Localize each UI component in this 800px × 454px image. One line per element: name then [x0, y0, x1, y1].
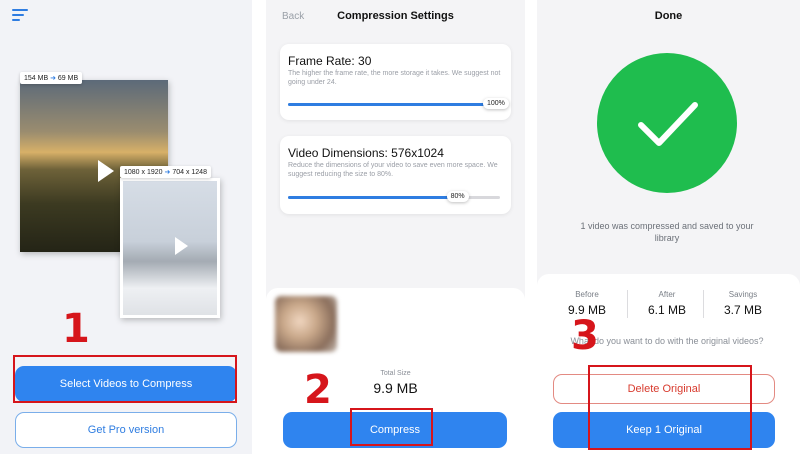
- get-pro-button[interactable]: Get Pro version: [15, 412, 237, 448]
- frame-rate-title: Frame Rate: 30: [288, 54, 372, 68]
- frame-rate-description: The higher the frame rate, the more stor…: [288, 70, 501, 86]
- success-message: 1 video was compressed and saved to your…: [580, 221, 754, 244]
- video-dimensions-title: Video Dimensions: 576x1024: [288, 146, 444, 160]
- stat-label: Savings: [728, 290, 758, 299]
- video-thumbnail: [275, 296, 337, 352]
- frame-rate-slider[interactable]: [288, 103, 500, 106]
- frame-rate-percent[interactable]: 100%: [483, 98, 509, 109]
- success-circle: [597, 53, 737, 193]
- size-tag-small: 1080 x 1920 ➜ 704 x 1248: [120, 166, 211, 178]
- video-dimensions-percent[interactable]: 80%: [446, 191, 469, 202]
- step-number-annotation: 2: [304, 367, 332, 413]
- step-number-annotation: 3: [571, 313, 599, 359]
- divider: [627, 290, 628, 318]
- stat-value: 6.1 MB: [647, 303, 686, 317]
- stat-value: 3.7 MB: [723, 303, 762, 317]
- panel-compression-settings: Back Compression Settings Frame Rate: 30…: [266, 0, 525, 454]
- arrow-right-icon: ➜: [50, 75, 56, 82]
- size-tag-large: 154 MB ➜ 69 MB: [20, 72, 83, 84]
- tag-after-label: 704 x 1248: [172, 169, 207, 176]
- video-dimensions-card: Video Dimensions: 576x1024 Reduce the di…: [280, 136, 511, 214]
- step-number-annotation: 1: [62, 306, 90, 352]
- panel-done: Done 1 video was compressed and saved to…: [537, 0, 800, 454]
- people-jumping-thumbnail: [120, 178, 220, 318]
- stat-savings: Savings 3.7 MB: [705, 290, 781, 317]
- play-icon: [98, 160, 114, 182]
- tag-after-label: 69 MB: [57, 75, 79, 82]
- divider: [703, 290, 704, 318]
- stat-after: After 6.1 MB: [629, 290, 705, 317]
- frame-rate-card: Frame Rate: 30 The higher the frame rate…: [280, 44, 511, 120]
- stat-label: After: [658, 290, 676, 299]
- play-icon: [175, 237, 188, 255]
- compress-button[interactable]: Compress: [283, 412, 507, 448]
- arrow-right-icon: ➜: [164, 169, 171, 176]
- page-title: Done: [654, 10, 683, 22]
- tag-before-label: 154 MB: [24, 75, 49, 82]
- frame-rate-slider-fill: [288, 103, 500, 106]
- page-title: Compression Settings: [337, 10, 454, 22]
- checkmark-icon: [638, 102, 698, 146]
- hamburger-menu-icon[interactable]: [12, 9, 28, 23]
- stat-label: Before: [575, 290, 599, 299]
- panel-select-videos: 154 MB ➜ 69 MB 1080 x 1920 ➜ 704 x 1248 …: [0, 0, 252, 454]
- delete-original-button[interactable]: Delete Original: [553, 374, 775, 404]
- video-dimensions-slider-fill: [288, 196, 458, 199]
- keep-original-button[interactable]: Keep 1 Original: [553, 412, 775, 448]
- video-dimensions-description: Reduce the dimensions of your video to s…: [288, 162, 498, 178]
- tag-before-label: 1080 x 1920: [124, 169, 163, 176]
- select-videos-button[interactable]: Select Videos to Compress: [15, 366, 237, 402]
